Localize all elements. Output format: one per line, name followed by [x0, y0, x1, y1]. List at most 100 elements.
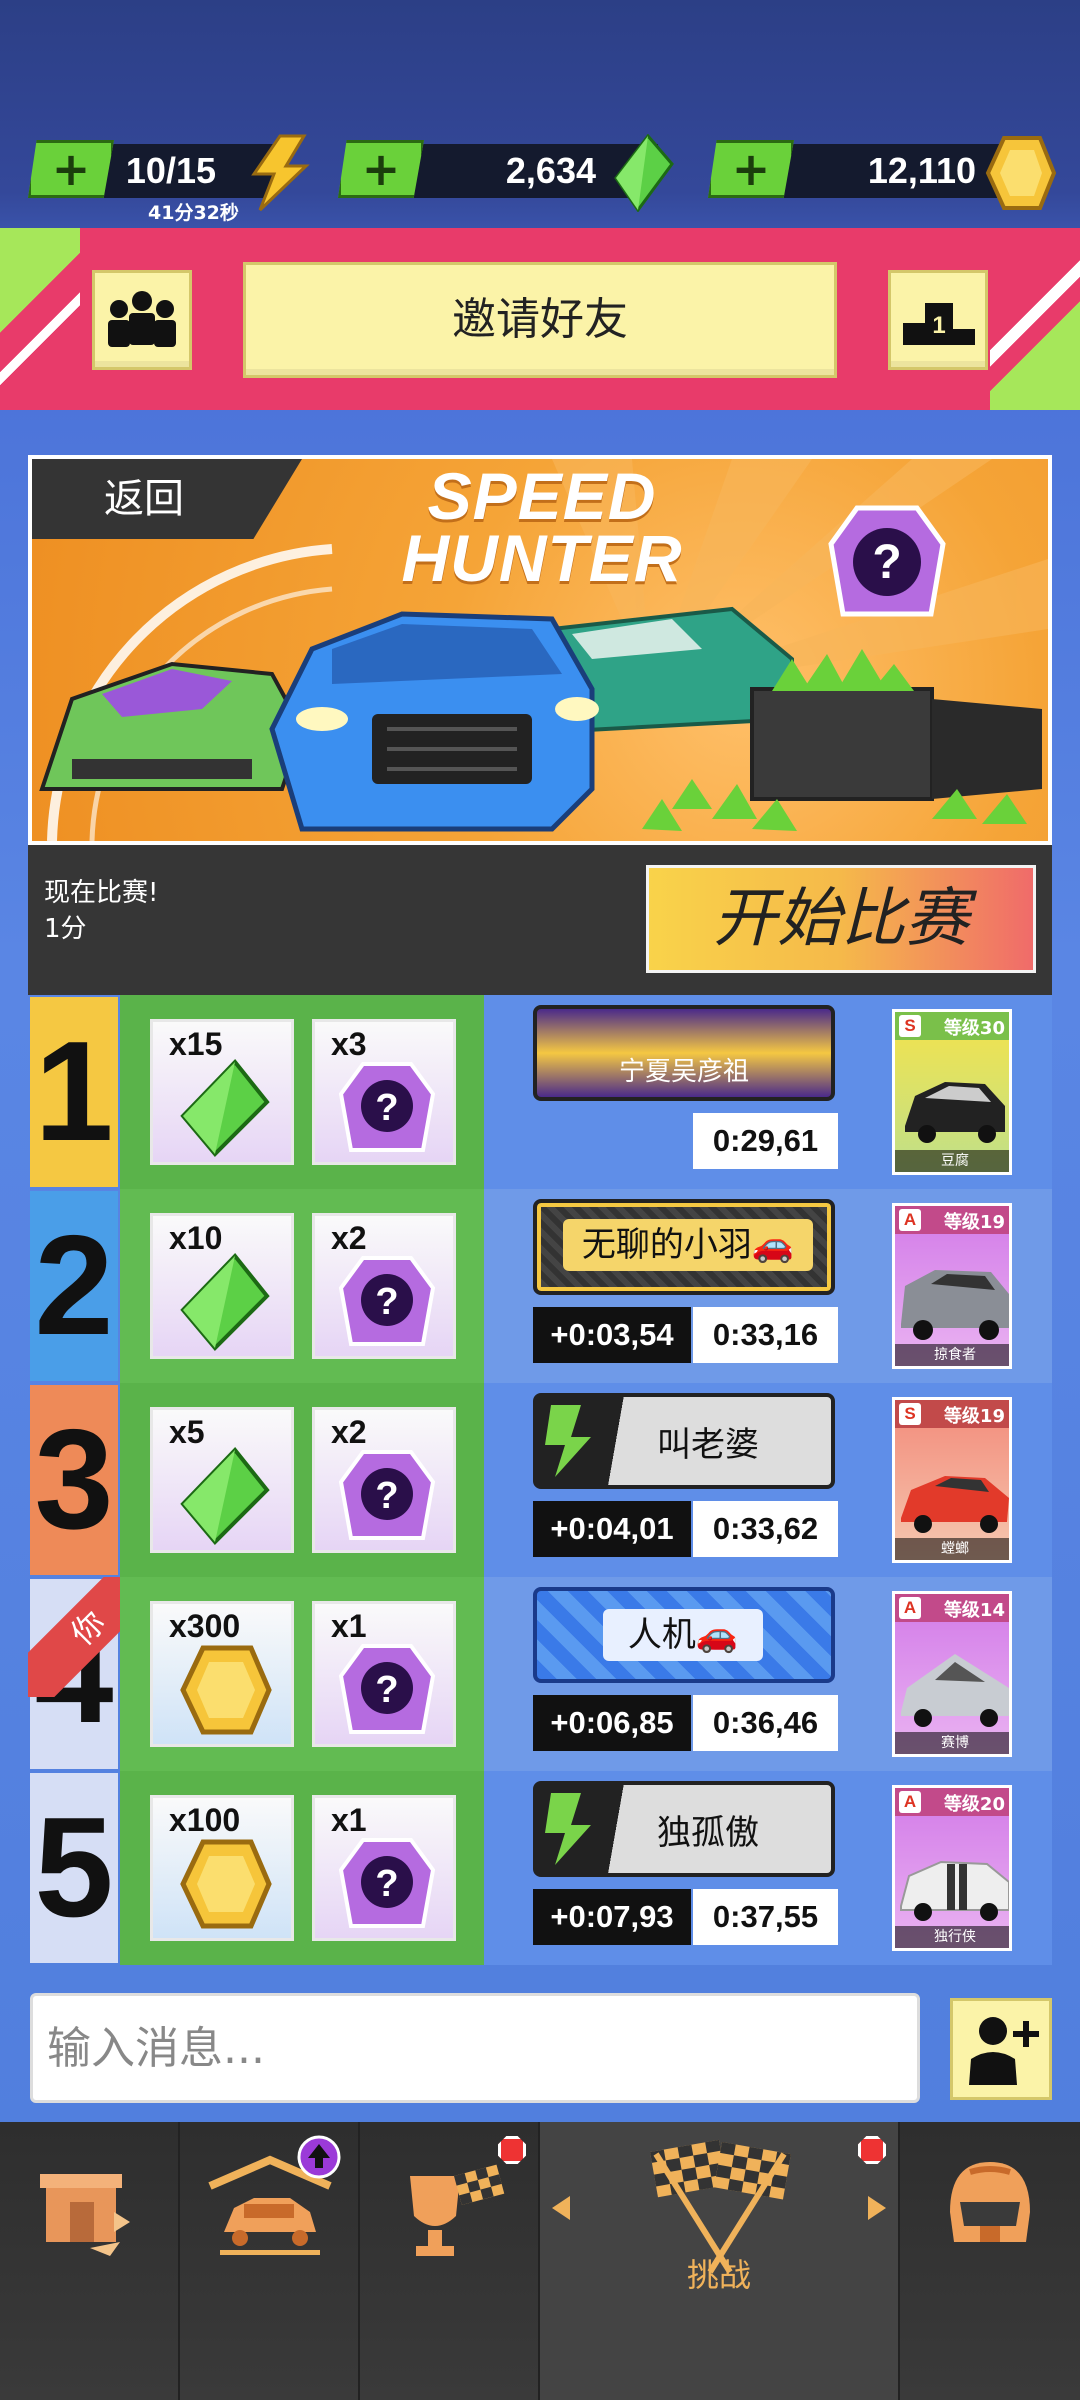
car-level: 等级19: [943, 1212, 1005, 1233]
helmet-icon: [950, 2162, 1030, 2242]
player-name: 人机🚗: [603, 1609, 763, 1661]
car-image: [901, 1654, 1009, 1727]
energy-timer: 41分32秒: [148, 202, 239, 224]
leaderboard: 1 x15 x3 ? 宁夏吴彦祖 0:29,61 S 等级30 豆腐 2 x10…: [28, 995, 1052, 1967]
leaderboard-button[interactable]: 1: [888, 270, 988, 370]
currency-bar: 10/15 + 41分32秒 2,634 + 12,110 +: [0, 134, 1080, 224]
player-name: 独孤傲: [657, 1813, 759, 1853]
leaderboard-row[interactable]: 1 x15 x3 ? 宁夏吴彦祖 0:29,61 S 等级30 豆腐: [28, 995, 1052, 1189]
upgrade-badge-icon: [297, 2135, 341, 2179]
leaderboard-row-you[interactable]: 4 你 x300 x1 ? 人机🚗 +0:06,85 0:36,46 A: [28, 1577, 1052, 1771]
invite-friends-button[interactable]: 邀请好友: [243, 262, 837, 378]
rank-number: 3: [30, 1385, 118, 1575]
gem-icon: [180, 1252, 270, 1351]
rank-number: 2: [30, 1191, 118, 1381]
svg-text:?: ?: [375, 1669, 398, 1711]
time-gap: +0:06,85: [533, 1695, 691, 1751]
add-energy-button[interactable]: +: [28, 140, 114, 198]
group-icon: [108, 291, 176, 347]
start-race-button[interactable]: 开始比赛: [646, 865, 1036, 973]
mystery-box-icon: ?: [338, 1062, 436, 1152]
shop-icon: [40, 2174, 130, 2256]
race-status: 现在比赛! 1分: [44, 875, 158, 947]
add-gems-button[interactable]: +: [338, 140, 424, 198]
car-name: 独行侠: [895, 1926, 1009, 1948]
car-card[interactable]: A 等级19 掠食者: [892, 1203, 1012, 1369]
reward-gems-tile: x5: [150, 1407, 294, 1553]
race-time: 0:33,16: [693, 1307, 838, 1363]
event-title: SPEED HUNTER: [332, 459, 752, 595]
rank-number: 1: [30, 997, 118, 1187]
start-area: 现在比赛! 1分 开始比赛: [28, 845, 1052, 995]
player-nameplate[interactable]: 叫老婆: [533, 1393, 835, 1489]
mystery-box-icon: ?: [338, 1256, 436, 1346]
arrow-right-icon[interactable]: [868, 2196, 886, 2220]
car-card[interactable]: A 等级14 赛博: [892, 1591, 1012, 1757]
player-nameplate[interactable]: 宁夏吴彦祖: [533, 1005, 835, 1101]
gems-counter: 2,634 +: [338, 134, 674, 212]
player-nameplate[interactable]: 人机🚗: [533, 1587, 835, 1683]
mystery-box-icon: ?: [338, 1644, 436, 1734]
reward-box-tile: x3 ?: [312, 1019, 456, 1165]
car-level: 等级19: [943, 1406, 1005, 1427]
friends-button[interactable]: [92, 270, 192, 370]
car-class-badge: S: [899, 1403, 921, 1425]
event-title-line2: HUNTER: [401, 521, 683, 595]
energy-counter: 10/15 + 41分32秒: [28, 134, 310, 224]
car-name: 赛博: [895, 1732, 1009, 1754]
podium-icon: 1: [903, 303, 975, 345]
header-bar: 邀请好友 1: [0, 228, 1080, 410]
nav-challenge[interactable]: 挑战: [540, 2122, 900, 2400]
add-coins-button[interactable]: +: [708, 140, 794, 198]
car-image: [901, 1270, 1009, 1340]
add-friend-button[interactable]: [950, 1998, 1052, 2100]
coin-icon: [985, 136, 1056, 210]
mystery-box-icon[interactable]: ?: [827, 504, 947, 624]
car-card[interactable]: A 等级20 独行侠: [892, 1785, 1012, 1951]
player-nameplate[interactable]: 无聊的小羽🚗: [533, 1199, 835, 1295]
leaderboard-row[interactable]: 2 x10 x2 ? 无聊的小羽🚗 +0:03,54 0:33,16 A 等级1…: [28, 1189, 1052, 1383]
car-class-badge: S: [899, 1015, 921, 1037]
race-time: 0:36,46: [693, 1695, 838, 1751]
gem-icon: [614, 134, 674, 212]
rank-number: 5: [30, 1773, 118, 1963]
arrow-left-icon[interactable]: [552, 2196, 570, 2220]
gem-icon: [180, 1058, 270, 1157]
reward-box-tile: x2 ?: [312, 1213, 456, 1359]
car-card[interactable]: S 等级19 螳螂: [892, 1397, 1012, 1563]
event-title-line1: SPEED: [427, 459, 657, 533]
svg-text:?: ?: [375, 1281, 398, 1323]
nav-garage[interactable]: [180, 2122, 360, 2400]
car-name: 螳螂: [895, 1538, 1009, 1560]
add-person-icon: [969, 2017, 1039, 2085]
nav-profile[interactable]: [900, 2122, 1080, 2400]
car-class-badge: A: [899, 1791, 921, 1813]
chat-input[interactable]: [30, 1993, 920, 2103]
coin-icon: [180, 1839, 272, 1929]
race-time: 0:33,62: [693, 1501, 838, 1557]
player-name: 无聊的小羽🚗: [563, 1219, 813, 1271]
leaderboard-row[interactable]: 5 x100 x1 ? 独孤傲 +0:07,93 0:37,55 A 等级20: [28, 1771, 1052, 1965]
leaderboard-row[interactable]: 3 x5 x2 ? 叫老婆 +0:04,01 0:33,62 S 等级19 螳螂: [28, 1383, 1052, 1577]
time-gap: +0:07,93: [533, 1889, 691, 1945]
car-image: [905, 1082, 1005, 1143]
mystery-box-icon: ?: [338, 1838, 436, 1928]
player-nameplate[interactable]: 独孤傲: [533, 1781, 835, 1877]
trophy-flag-icon: [410, 2164, 505, 2256]
nav-trophies[interactable]: [360, 2122, 540, 2400]
mystery-box-icon: ?: [338, 1450, 436, 1540]
race-status-label: 现在比赛!: [44, 878, 159, 908]
time-gap: +0:03,54: [533, 1307, 691, 1363]
lightning-icon: [251, 134, 310, 212]
reward-coins-tile: x100: [150, 1795, 294, 1941]
car-card[interactable]: S 等级30 豆腐: [892, 1009, 1012, 1175]
race-time: 0:29,61: [693, 1113, 838, 1169]
reward-coins-tile: x300: [150, 1601, 294, 1747]
coins-counter: 12,110 +: [708, 136, 1058, 210]
car-level: 等级30: [943, 1018, 1005, 1039]
svg-text:?: ?: [375, 1087, 398, 1129]
reward-box-tile: x1 ?: [312, 1601, 456, 1747]
player-name: 叫老婆: [657, 1425, 759, 1465]
player-name: 宁夏吴彦祖: [618, 1057, 749, 1087]
nav-shop[interactable]: [0, 2122, 180, 2400]
